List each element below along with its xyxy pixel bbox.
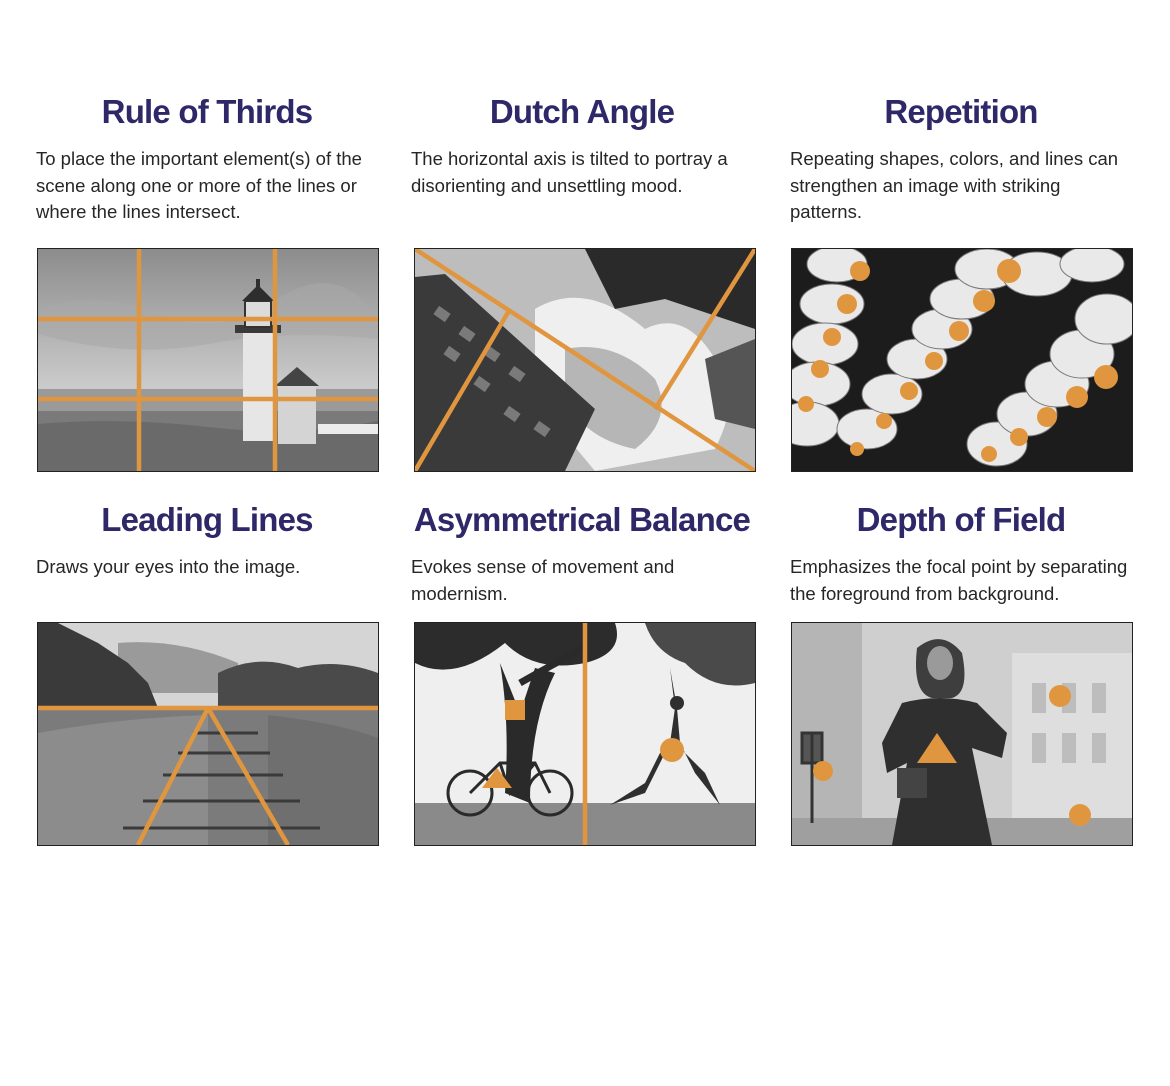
card-leading-lines: Leading Lines Draws your eyes into the i…	[36, 500, 378, 581]
card-title: Depth of Field	[856, 501, 1067, 538]
card-title: Rule of Thirds	[101, 93, 313, 130]
woman-street-photo	[791, 622, 1133, 846]
card-title: Repetition	[884, 93, 1038, 130]
card-description: Repeating shapes, colors, and lines can …	[790, 148, 1119, 222]
card-title: Asymmetrical Balance	[413, 501, 751, 538]
card-dutch-angle: Dutch Angle The horizontal axis is tilte…	[411, 92, 753, 199]
card-rule-of-thirds: Rule of Thirds To place the important el…	[36, 92, 378, 226]
card-description: To place the important element(s) of the…	[36, 148, 362, 222]
tree-bicycle-yoga-photo	[414, 622, 756, 846]
lighthouse-photo	[37, 248, 379, 472]
card-repetition: Repetition Repeating shapes, colors, and…	[790, 92, 1132, 226]
paper-lanterns-photo	[791, 248, 1133, 472]
card-description: Emphasizes the focal point by separating…	[790, 556, 1128, 604]
railroad-tracks-photo	[37, 622, 379, 846]
card-description: The horizontal axis is tilted to portray…	[411, 148, 728, 196]
card-description: Evokes sense of movement and modernism.	[411, 556, 675, 604]
card-description: Draws your eyes into the image.	[36, 556, 301, 577]
card-title: Leading Lines	[101, 501, 313, 538]
tilted-buildings-photo	[414, 248, 756, 472]
card-asymmetrical-balance: Asymmetrical Balance Evokes sense of mov…	[411, 500, 753, 607]
card-depth-of-field: Depth of Field Emphasizes the focal poin…	[790, 500, 1132, 607]
card-title: Dutch Angle	[489, 93, 675, 130]
